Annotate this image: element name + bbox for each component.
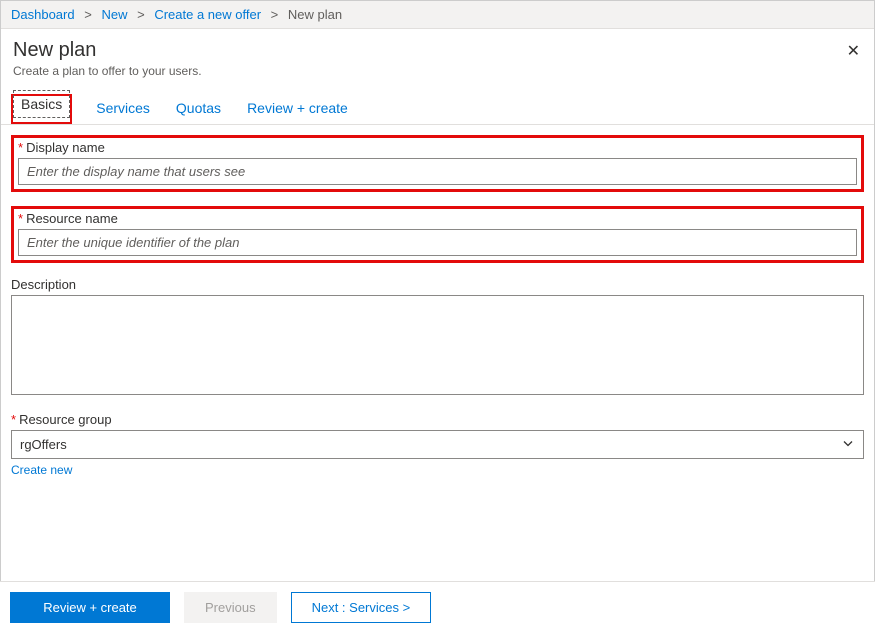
review-create-button[interactable]: Review + create [10, 592, 170, 623]
resource-name-input[interactable] [18, 229, 857, 256]
tab-quotas[interactable]: Quotas [174, 94, 223, 124]
footer-bar: Review + create Previous Next : Services… [0, 581, 875, 633]
field-description: Description [11, 277, 864, 398]
tab-basics[interactable]: Basics [13, 90, 70, 118]
resource-group-select[interactable]: rgOffers [11, 430, 864, 459]
description-label: Description [11, 277, 864, 292]
resource-group-select-wrap: rgOffers [11, 430, 864, 459]
previous-button: Previous [184, 592, 277, 623]
page-header: New plan Create a plan to offer to your … [1, 29, 874, 86]
tab-review-create[interactable]: Review + create [245, 94, 350, 124]
field-resource-group: *Resource group rgOffers Create new [11, 412, 864, 477]
field-display-name: *Display name [11, 135, 864, 192]
tab-services[interactable]: Services [94, 94, 152, 124]
resource-group-label: *Resource group [11, 412, 864, 427]
breadcrumb-separator: > [271, 7, 279, 22]
required-indicator: * [18, 211, 23, 226]
close-icon[interactable]: ✕ [847, 41, 860, 61]
breadcrumb: Dashboard > New > Create a new offer > N… [1, 1, 874, 29]
form-area: *Display name *Resource name Description… [1, 125, 874, 477]
breadcrumb-current: New plan [288, 7, 342, 22]
display-name-input[interactable] [18, 158, 857, 185]
breadcrumb-link-create-offer[interactable]: Create a new offer [154, 7, 261, 22]
next-button[interactable]: Next : Services > [291, 592, 432, 623]
breadcrumb-separator: > [84, 7, 92, 22]
resource-name-label: *Resource name [18, 211, 857, 226]
create-new-link[interactable]: Create new [11, 463, 72, 477]
tabs-bar: Basics Services Quotas Review + create [1, 86, 874, 125]
field-resource-name: *Resource name [11, 206, 864, 263]
breadcrumb-link-dashboard[interactable]: Dashboard [11, 7, 75, 22]
page-title: New plan [13, 39, 862, 62]
display-name-label: *Display name [18, 140, 857, 155]
description-input[interactable] [11, 295, 864, 395]
required-indicator: * [18, 140, 23, 155]
breadcrumb-separator: > [137, 7, 145, 22]
breadcrumb-link-new[interactable]: New [101, 7, 127, 22]
page-subtitle: Create a plan to offer to your users. [13, 64, 862, 78]
tab-basics-highlight: Basics [11, 94, 72, 124]
required-indicator: * [11, 412, 16, 427]
